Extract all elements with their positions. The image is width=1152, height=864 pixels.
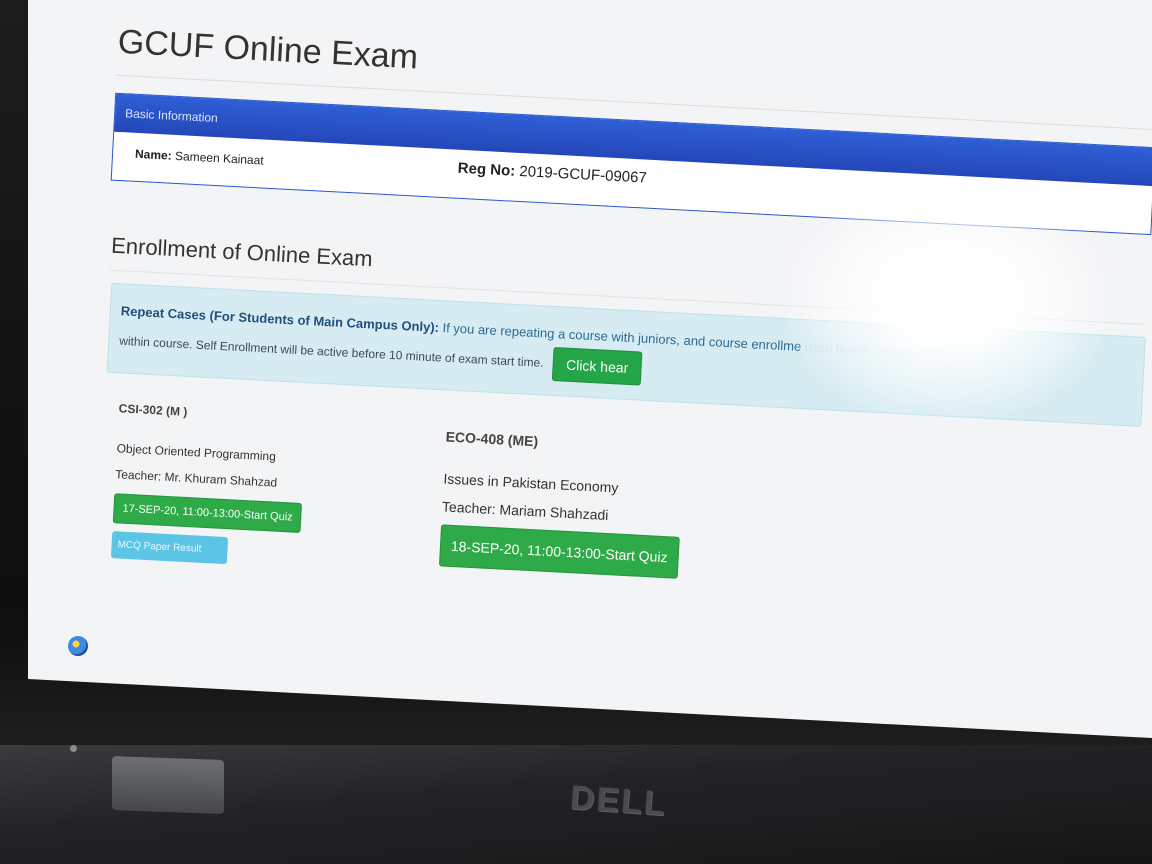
alert-message: If you are repeating a course with junio… <box>438 319 802 354</box>
click-hear-button[interactable]: Click hear <box>552 347 643 386</box>
exam-page: GCUF Online Exam Basic Information Name:… <box>28 0 1152 738</box>
start-quiz-button[interactable]: 17-SEP-20, 11:00-13:00-Start Quiz <box>112 493 303 534</box>
registration-number: Reg No: 2019-GCUF-09067 <box>457 160 647 187</box>
reg-label: Reg No: <box>457 159 516 180</box>
system-tray-icon <box>68 636 88 656</box>
brand-logo: DELL <box>568 778 669 824</box>
reg-value: 2019-GCUF-09067 <box>518 162 648 187</box>
page-title: GCUF Online Exam <box>116 22 419 77</box>
student-name: Name: Sameen Kainaat <box>135 147 264 168</box>
start-quiz-button[interactable]: 18-SEP-20, 11:00-13:00-Start Quiz <box>438 524 680 579</box>
name-label: Name: <box>134 146 173 163</box>
course-name: Issues in Pakistan Economy <box>443 470 619 496</box>
course-card: CSI-302 (M ) Object Oriented Programming… <box>110 401 419 573</box>
laptop-screen: GCUF Online Exam Basic Information Name:… <box>28 0 1152 738</box>
enrollment-heading: Enrollment of Online Exam <box>110 232 374 272</box>
course-teacher: Teacher: Mr. Khuram Shahzad <box>114 467 278 490</box>
laptop-hinge <box>112 756 224 814</box>
basic-info-panel: Basic Information Name: Sameen Kainaat R… <box>110 92 1152 236</box>
power-light-icon <box>70 745 77 752</box>
course-card: ECO-408 (ME) Issues in Pakistan Economy … <box>438 428 766 583</box>
alert-line2: within course. Self Enrollment will be a… <box>118 333 544 370</box>
name-value: Sameen Kainaat <box>174 148 265 168</box>
alert-strong: Repeat Cases (For Students of Main Campu… <box>120 303 440 335</box>
course-code: ECO-408 (ME) <box>445 428 539 450</box>
alert-message-tail: isted below, please click <box>804 339 944 362</box>
course-name: Object Oriented Programming <box>116 441 277 464</box>
mcq-result-button[interactable]: MCQ Paper Result <box>110 531 229 565</box>
repeat-cases-alert: Repeat Cases (For Students of Main Campu… <box>106 282 1146 427</box>
course-code: CSI-302 (M ) <box>118 401 188 419</box>
